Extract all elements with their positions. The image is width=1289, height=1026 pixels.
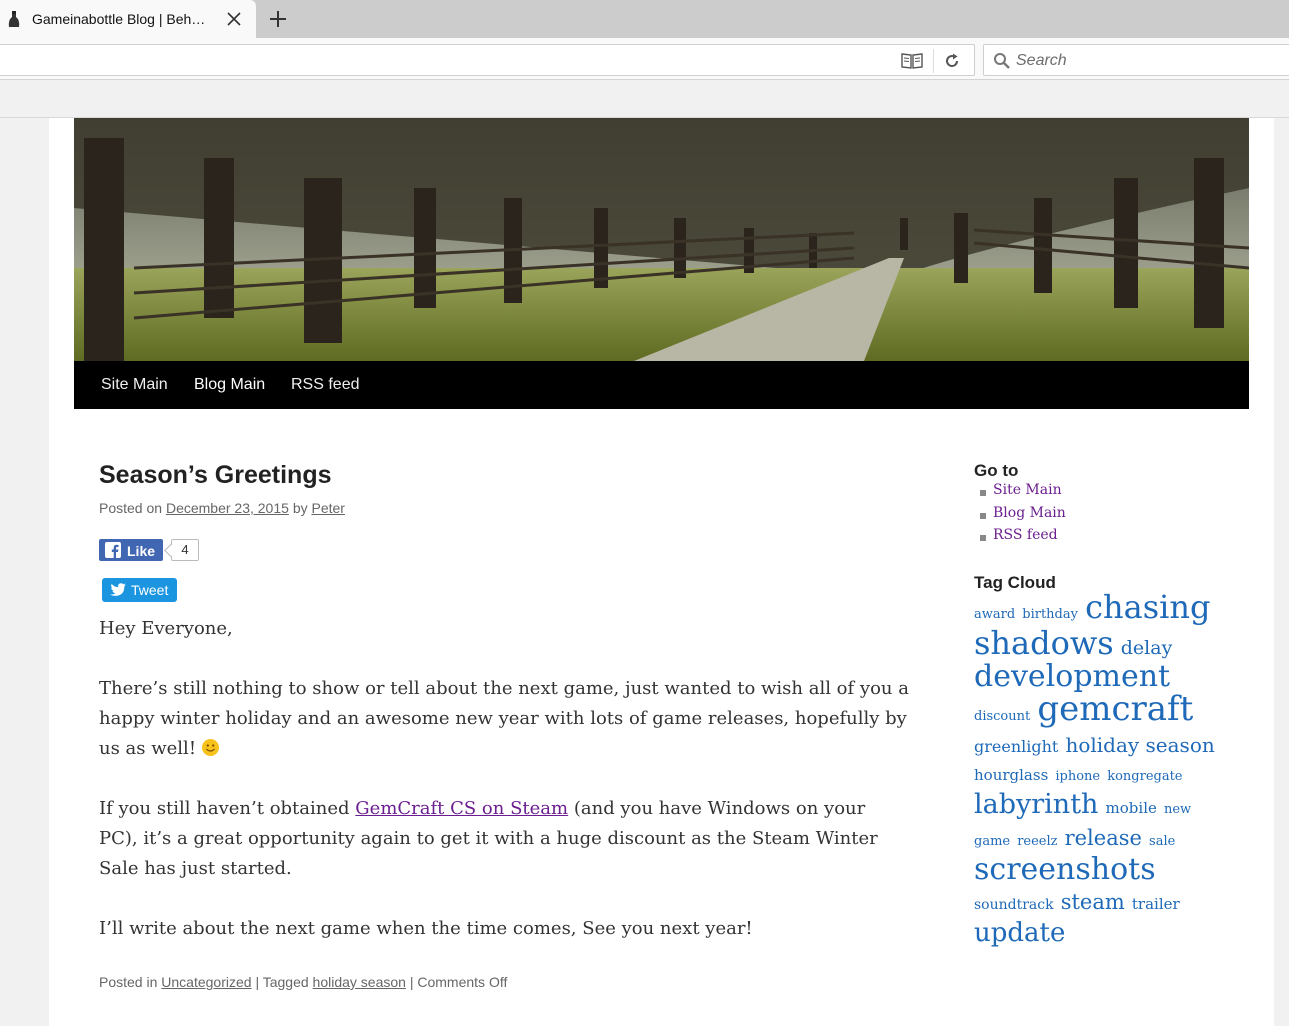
tag-cloud-link[interactable]: reeelz bbox=[1017, 834, 1057, 849]
new-tab-plus-icon[interactable] bbox=[268, 9, 288, 29]
paragraph-2: If you still haven’t obtained GemCraft C… bbox=[99, 794, 909, 884]
posted-in-label: Posted in bbox=[99, 974, 158, 990]
smiley-emoji-icon bbox=[201, 739, 219, 756]
by-label: by bbox=[292, 500, 308, 516]
tweet-label: Tweet bbox=[131, 582, 169, 598]
goto-link-list: Site Main Blog Main RSS feed bbox=[974, 482, 1066, 550]
tab-title: Gameinabottle Blog | Beh… bbox=[32, 11, 206, 27]
tag-cloud-link[interactable]: iphone bbox=[1055, 769, 1100, 784]
tag-cloud-link[interactable]: award bbox=[974, 607, 1015, 622]
tag-cloud-link[interactable]: discount bbox=[974, 709, 1030, 724]
goto-site-main-link[interactable]: Site Main bbox=[993, 482, 1062, 498]
tag-cloud-title: Tag Cloud bbox=[974, 573, 1056, 592]
post-date-link[interactable]: December 23, 2015 bbox=[166, 500, 289, 516]
page-container: Site Main Blog Main RSS feed Season’s Gr… bbox=[49, 118, 1274, 1026]
paragraph-1-text: There’s still nothing to show or tell ab… bbox=[99, 678, 909, 759]
comments-status: Comments Off bbox=[417, 974, 508, 990]
tag-cloud-link[interactable]: holiday season bbox=[1065, 733, 1214, 757]
site-navigation: Site Main Blog Main RSS feed bbox=[74, 361, 1249, 409]
tag-cloud-link[interactable]: labyrinth bbox=[974, 789, 1098, 820]
posted-on-label: Posted on bbox=[99, 500, 163, 516]
footer-separator: | bbox=[409, 974, 414, 990]
reload-icon[interactable] bbox=[943, 52, 961, 70]
header-image bbox=[74, 118, 1249, 361]
twitter-bird-icon bbox=[110, 583, 126, 596]
category-link[interactable]: Uncategorized bbox=[161, 974, 251, 990]
tag-cloud-link[interactable]: birthday bbox=[1022, 607, 1078, 622]
greeting-paragraph: Hey Everyone, bbox=[99, 618, 233, 639]
nav-rss-feed[interactable]: RSS feed bbox=[291, 376, 359, 394]
post-meta: Posted on December 23, 2015 by Peter bbox=[99, 500, 345, 516]
search-input[interactable] bbox=[1014, 49, 1278, 73]
tag-cloud-link[interactable]: screenshots bbox=[974, 852, 1156, 887]
goto-item: Site Main bbox=[974, 482, 1066, 505]
tag-cloud-link[interactable]: delay bbox=[1121, 637, 1173, 659]
reader-view-icon[interactable] bbox=[901, 52, 923, 70]
facebook-like-label: Like bbox=[127, 543, 156, 559]
search-bar[interactable] bbox=[983, 44, 1289, 76]
nav-blog-main[interactable]: Blog Main bbox=[194, 376, 265, 394]
tag-cloud-link[interactable]: mobile bbox=[1106, 799, 1157, 817]
tag-cloud-link[interactable]: kongregate bbox=[1107, 769, 1182, 784]
tag-cloud-link[interactable]: trailer bbox=[1132, 895, 1180, 913]
tab-strip: Gameinabottle Blog | Beh… bbox=[0, 0, 1289, 38]
url-bar[interactable] bbox=[0, 44, 975, 76]
bottle-favicon-icon bbox=[8, 11, 20, 27]
goto-blog-main-link[interactable]: Blog Main bbox=[993, 505, 1066, 521]
author-link[interactable]: Peter bbox=[312, 500, 345, 516]
search-icon bbox=[994, 53, 1010, 69]
paragraph-2-before: If you still haven’t obtained bbox=[99, 798, 350, 819]
goto-item: RSS feed bbox=[974, 527, 1066, 550]
bookmarks-toolbar bbox=[0, 80, 1289, 118]
tag-cloud-link[interactable]: sale bbox=[1149, 834, 1175, 849]
tweet-button[interactable]: Tweet bbox=[102, 578, 177, 602]
facebook-like-count: 4 bbox=[171, 539, 199, 561]
tag-cloud-link[interactable]: release bbox=[1065, 826, 1142, 850]
paragraph-1: There’s still nothing to show or tell ab… bbox=[99, 674, 909, 764]
url-bar-separator bbox=[933, 49, 934, 73]
post-content: Hey Everyone, There’s still nothing to s… bbox=[99, 614, 909, 974]
goto-item: Blog Main bbox=[974, 505, 1066, 528]
tag-cloud-link[interactable]: chasing shadows bbox=[974, 588, 1210, 662]
tagged-label: Tagged bbox=[262, 974, 309, 990]
tag-cloud-link[interactable]: steam bbox=[1061, 890, 1125, 914]
active-tab[interactable]: Gameinabottle Blog | Beh… bbox=[0, 0, 256, 38]
nav-site-main[interactable]: Site Main bbox=[101, 376, 168, 394]
tag-cloud-link[interactable]: update bbox=[974, 918, 1065, 948]
tag-cloud-link[interactable]: greenlight bbox=[974, 737, 1058, 756]
gemcraft-steam-link[interactable]: GemCraft CS on Steam bbox=[355, 798, 568, 819]
facebook-like-button[interactable]: Like bbox=[99, 539, 163, 561]
goto-rss-feed-link[interactable]: RSS feed bbox=[993, 527, 1058, 543]
post-title[interactable]: Season’s Greetings bbox=[99, 461, 332, 490]
tag-link[interactable]: holiday season bbox=[313, 974, 406, 990]
navigation-toolbar bbox=[0, 38, 1289, 80]
post-footer: Posted in Uncategorized | Tagged holiday… bbox=[99, 974, 507, 990]
tag-cloud-link[interactable]: gemcraft bbox=[1037, 689, 1193, 729]
tag-cloud-link[interactable]: soundtrack bbox=[974, 897, 1054, 913]
paragraph-3: I’ll write about the next game when the … bbox=[99, 918, 753, 939]
tag-cloud: award birthday chasing shadows delay dev… bbox=[974, 591, 1219, 950]
goto-widget-title: Go to bbox=[974, 461, 1019, 480]
footer-separator: | bbox=[255, 974, 260, 990]
facebook-icon bbox=[105, 542, 121, 558]
close-tab-icon[interactable] bbox=[226, 11, 242, 27]
tag-cloud-link[interactable]: hourglass bbox=[974, 766, 1048, 784]
